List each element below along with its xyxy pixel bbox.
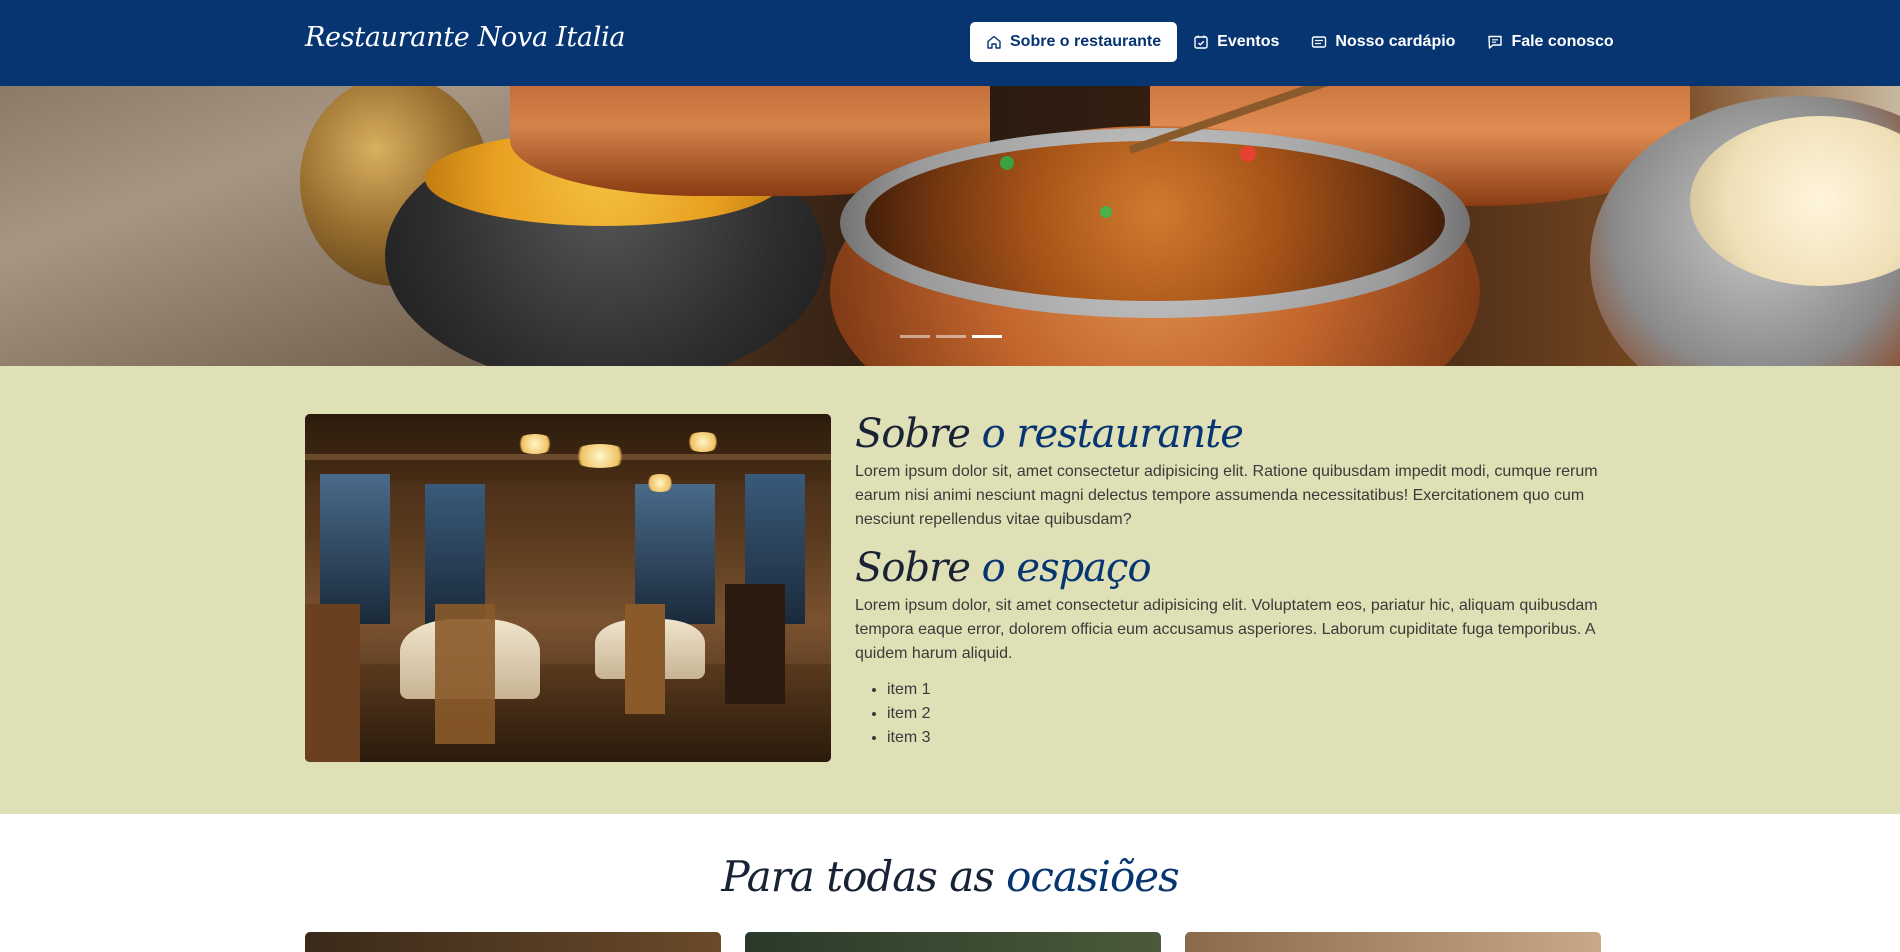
nav-link-fale-conosco[interactable]: Fale conosco — [1471, 22, 1629, 62]
occasion-card-3[interactable] — [1185, 932, 1601, 952]
about-restaurant-text: Lorem ipsum dolor sit, amet consectetur … — [855, 463, 1598, 528]
hero-carousel — [0, 86, 1900, 366]
about-space-title: Sobre o espaço — [855, 544, 1605, 592]
title-accent: o restaurante — [981, 411, 1244, 457]
title-prefix: Sobre — [855, 545, 971, 591]
hero-image — [0, 86, 1900, 366]
nav-link-nosso-cardapio[interactable]: Nosso cardápio — [1295, 22, 1471, 62]
occasion-card-2[interactable] — [745, 932, 1161, 952]
brand-logo[interactable]: Restaurante Nova Italia — [305, 22, 626, 53]
carousel-indicator-2[interactable] — [936, 335, 966, 338]
restaurant-interior-photo — [305, 414, 831, 762]
carousel-indicators — [900, 335, 1008, 338]
nav-links: Sobre o restaurante Eventos Nosso cardáp… — [970, 22, 1630, 62]
navbar: Restaurante Nova Italia Sobre o restaura… — [0, 0, 1900, 86]
about-text: Sobre o restaurante Lorem ipsum dolor si… — [855, 410, 1605, 750]
carousel-indicator-3[interactable] — [972, 335, 1002, 338]
about-section: Sobre o restaurante Lorem ipsum dolor si… — [0, 366, 1900, 814]
title-prefix: Sobre — [855, 411, 971, 457]
title-accent: o espaço — [981, 545, 1152, 591]
chat-icon — [1488, 35, 1503, 49]
nav-link-eventos[interactable]: Eventos — [1177, 22, 1295, 62]
occasions-title: Para todas as ocasiões — [0, 852, 1900, 901]
about-space-text: Lorem ipsum dolor, sit amet consectetur … — [855, 597, 1598, 662]
nav-link-label: Eventos — [1217, 33, 1280, 50]
occasion-card-1[interactable] — [305, 932, 721, 952]
menu-card-icon — [1312, 36, 1327, 48]
nav-link-sobre-o-restaurante[interactable]: Sobre o restaurante — [970, 22, 1178, 62]
nav-link-label: Nosso cardápio — [1335, 33, 1456, 50]
list-item: item 3 — [887, 726, 1605, 750]
list-item: item 2 — [887, 702, 1605, 726]
calendar-check-icon — [1194, 35, 1208, 49]
carousel-indicator-1[interactable] — [900, 335, 930, 338]
home-icon — [987, 35, 1001, 49]
about-restaurant-title: Sobre o restaurante — [855, 410, 1605, 458]
nav-link-label: Sobre o restaurante — [1010, 33, 1162, 50]
title-prefix: Para todas as — [721, 852, 994, 901]
nav-link-label: Fale conosco — [1511, 33, 1614, 50]
list-item: item 1 — [887, 678, 1605, 702]
title-accent: ocasiões — [1006, 852, 1180, 901]
about-space-list: item 1 item 2 item 3 — [855, 678, 1605, 750]
